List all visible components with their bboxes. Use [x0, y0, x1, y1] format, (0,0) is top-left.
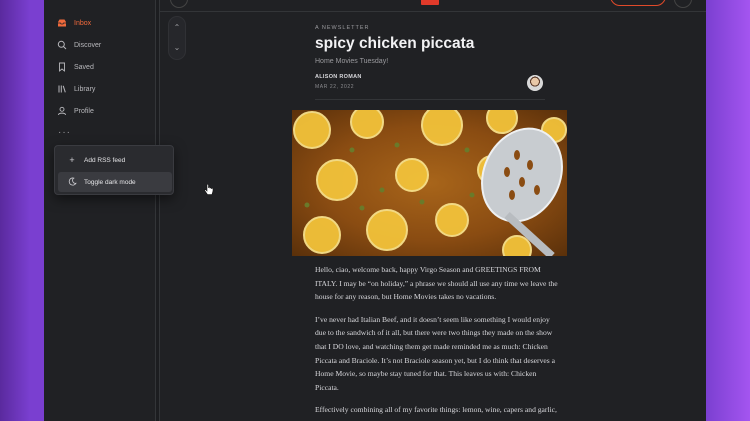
- plus-icon: +: [69, 155, 75, 165]
- sidebar-item-label: Inbox: [74, 19, 92, 27]
- more-menu-popup: + Add RSS feed Toggle dark mode: [54, 145, 174, 195]
- sidebar-item-inbox[interactable]: Inbox: [57, 14, 91, 32]
- paragraph: Hello, ciao, welcome back, happy Virgo S…: [315, 265, 558, 302]
- publication-logo: [421, 0, 439, 5]
- hand-pointer-icon: [204, 183, 214, 201]
- more-menu-button[interactable]: ···: [58, 127, 71, 138]
- library-icon: [57, 84, 67, 94]
- article-body: Hello, ciao, welcome back, happy Virgo S…: [315, 263, 560, 421]
- next-article-button[interactable]: ⌄: [169, 43, 185, 52]
- subscribe-button[interactable]: [610, 0, 666, 6]
- back-button[interactable]: [170, 0, 188, 8]
- search-icon: [57, 40, 67, 50]
- app-window: Inbox Discover Saved Library Profile ···…: [44, 0, 706, 421]
- menu-item-label: Add RSS feed: [84, 156, 126, 164]
- meta-divider: [315, 99, 545, 100]
- sidebar-item-label: Library: [74, 85, 96, 93]
- profile-icon: [57, 106, 67, 116]
- article-author[interactable]: ALISON ROMAN: [315, 74, 362, 80]
- article-pager: ⌃ ⌄: [168, 16, 186, 60]
- sidebar-item-label: Profile: [74, 107, 94, 115]
- bookmark-icon: [57, 62, 67, 72]
- sidebar: Inbox Discover Saved Library Profile ···: [44, 0, 156, 421]
- paragraph: Effectively combining all of my favorite…: [315, 405, 557, 421]
- add-rss-feed-item[interactable]: + Add RSS feed: [58, 150, 172, 170]
- sidebar-item-library[interactable]: Library: [57, 80, 95, 98]
- sidebar-item-label: Discover: [74, 41, 102, 49]
- article-title: spicy chicken piccata: [315, 35, 475, 52]
- sidebar-item-saved[interactable]: Saved: [57, 58, 94, 76]
- sidebar-item-profile[interactable]: Profile: [57, 102, 94, 120]
- hero-image: [292, 110, 567, 256]
- article-subtitle: Home Movies Tuesday!: [315, 58, 389, 65]
- article-eyebrow: A NEWSLETTER: [315, 25, 370, 31]
- more-options-button[interactable]: [674, 0, 692, 8]
- inbox-icon: [57, 18, 67, 28]
- toggle-dark-mode-item[interactable]: Toggle dark mode: [58, 172, 172, 192]
- paragraph: I’ve never had Italian Beef, and it does…: [315, 314, 555, 392]
- previous-article-button[interactable]: ⌃: [169, 23, 185, 32]
- moon-icon: [66, 177, 78, 188]
- column-divider: [156, 0, 160, 421]
- author-avatar[interactable]: [527, 75, 543, 91]
- sidebar-item-discover[interactable]: Discover: [57, 36, 101, 54]
- topbar-divider: [160, 11, 706, 12]
- menu-item-label: Toggle dark mode: [84, 178, 136, 186]
- article-date: MAR 22, 2022: [315, 84, 355, 90]
- sidebar-item-label: Saved: [74, 63, 94, 71]
